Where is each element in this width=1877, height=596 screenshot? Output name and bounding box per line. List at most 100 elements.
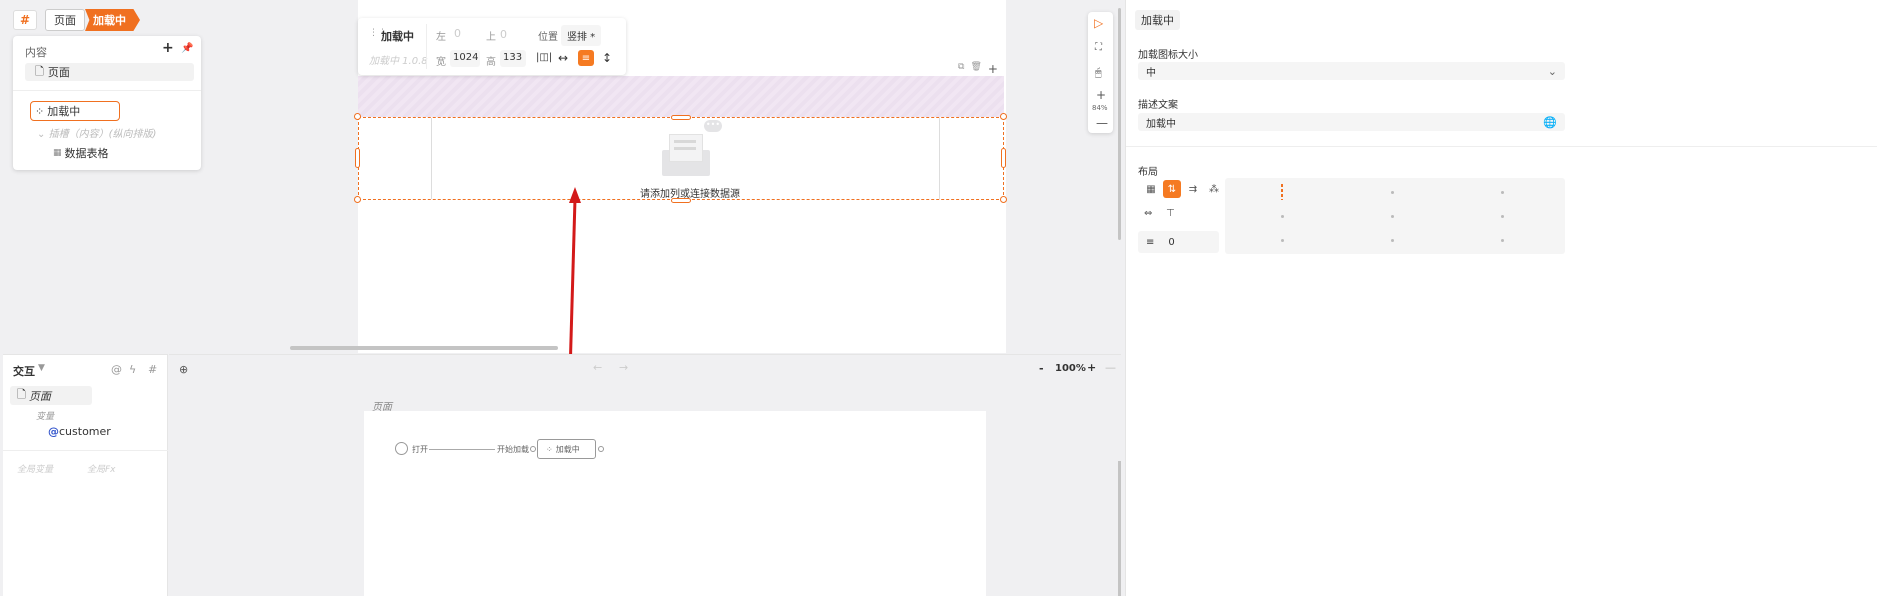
align-center-icon[interactable]: ≡	[578, 50, 594, 66]
gap-icon: ≡	[1146, 236, 1155, 248]
start-load-port[interactable]	[530, 446, 536, 452]
chevron-down-icon: ⌄	[37, 129, 46, 140]
empty-state-text: 请添加列或连接数据源	[640, 189, 740, 200]
flow-zoom-out[interactable]: -	[1039, 362, 1044, 375]
redo-icon[interactable]: →	[619, 361, 628, 374]
position-select[interactable]: 竖排 *	[561, 25, 602, 46]
divider	[13, 90, 201, 91]
breadcrumb: # 页面 加载中	[13, 9, 140, 31]
icon-size-select[interactable]: 中 ⌄	[1138, 62, 1565, 80]
free-layout-icon[interactable]: ⁂	[1205, 180, 1223, 198]
outline-panel: 内容 + 📌 🗋 页面 ⁘ 加载中 ⌄ 插槽（内容）(纵向排版) ▦ 数据表格	[13, 36, 201, 170]
divider	[1126, 146, 1877, 147]
add-icon[interactable]: +	[162, 40, 174, 56]
interaction-title: 交互	[13, 365, 35, 378]
outline-table-item[interactable]: ▦ 数据表格	[53, 145, 109, 161]
delete-icon[interactable]: 🗑	[970, 62, 981, 76]
component-name: 加载中	[381, 30, 414, 43]
spinner-icon: ⁘	[546, 444, 553, 454]
flow-collapse-icon[interactable]: —	[1105, 361, 1116, 374]
mouse-icon[interactable]: 🖱	[1095, 66, 1102, 80]
resize-handle-right[interactable]	[1001, 148, 1006, 168]
component-tag: 加载中	[1135, 10, 1180, 30]
outline-selected-item[interactable]: ⁘ 加载中	[30, 101, 120, 121]
resize-handle-br[interactable]	[1000, 196, 1007, 203]
open-event-label: 打开	[412, 445, 428, 454]
layout-label: 布局	[1138, 167, 1158, 178]
stretch-horizontal-icon[interactable]: ↔	[558, 51, 568, 65]
outline-group[interactable]: ⌄ 插槽（内容）(纵向排版)	[37, 125, 156, 140]
outline-page-label: 页面	[47, 66, 70, 79]
width-label: 宽	[436, 57, 446, 68]
left-input[interactable]: 0	[450, 25, 480, 41]
locate-icon[interactable]: ⊕	[179, 363, 188, 376]
resize-handle-tr[interactable]	[1000, 113, 1007, 120]
canvas-vertical-scrollbar[interactable]	[1118, 8, 1121, 240]
fit-width-icon[interactable]: |◫|	[536, 52, 552, 63]
loading-node[interactable]: ⁘ 加载中	[537, 439, 596, 459]
width-input[interactable]: 1024	[450, 50, 480, 67]
variable-name: customer	[59, 425, 111, 438]
align-top-icon[interactable]: ⊤	[1166, 208, 1175, 219]
open-event-node[interactable]	[395, 442, 408, 455]
layout-mode-buttons: ▦ ⇅ ⇉ ⁂	[1142, 180, 1223, 198]
table-icon: ▦	[53, 148, 62, 158]
global-fx-tab[interactable]: 全局Fx	[87, 462, 116, 475]
resize-handle-bl[interactable]	[354, 196, 361, 203]
add-icon[interactable]: +	[988, 62, 998, 76]
spinner-icon: ⁘	[35, 104, 45, 118]
loading-node-label: 加载中	[555, 444, 580, 454]
flow-vertical-scrollbar[interactable]	[1118, 461, 1121, 596]
desc-label: 描述文案	[1138, 100, 1178, 111]
stretch-vertical-icon[interactable]: ↕	[602, 51, 612, 65]
filter-icon[interactable]: ▼	[38, 363, 45, 373]
resize-handle-left[interactable]	[355, 148, 360, 168]
divider	[3, 450, 168, 451]
pin-icon[interactable]: 📌	[181, 43, 193, 54]
gap-input[interactable]: ≡ 0	[1138, 231, 1219, 253]
loading-node-port[interactable]	[598, 446, 604, 452]
outline-page-item[interactable]: 🗋 页面	[25, 63, 194, 81]
bolt-icon[interactable]: ϟ	[129, 363, 136, 376]
hash-button[interactable]: #	[13, 10, 37, 30]
position-label: 位置	[538, 32, 558, 43]
interaction-panel: 交互 ▼ @ ϟ # 🗋 页面 变量 @ customer 全局变量 全局Fx	[3, 354, 168, 596]
breadcrumb-current[interactable]: 加载中	[85, 9, 140, 31]
outline-selected-label: 加载中	[47, 105, 81, 118]
slot-header-area	[358, 76, 1004, 117]
canvas-horizontal-scrollbar[interactable]	[290, 346, 558, 350]
zoom-in-icon[interactable]: +	[1096, 88, 1106, 102]
outline-table-label: 数据表格	[64, 147, 109, 160]
page-toolbar-icons: ⧉ 🗑 +	[958, 62, 998, 76]
alignment-grid[interactable]	[1225, 178, 1565, 254]
flow-page-card	[364, 411, 986, 596]
page-icon: 🗋	[35, 64, 44, 78]
col-divider-right	[939, 118, 940, 199]
zoom-level: 84%	[1092, 104, 1108, 112]
flow-zoom-level: 100%	[1055, 363, 1086, 374]
horizontal-layout-icon[interactable]: ⇉	[1184, 180, 1202, 198]
fullscreen-icon[interactable]: ⛶	[1095, 42, 1102, 53]
undo-icon[interactable]: ←	[593, 361, 602, 374]
global-vars-tab[interactable]: 全局变量	[17, 462, 53, 475]
interaction-page-label: 页面	[28, 389, 51, 403]
vertical-layout-icon[interactable]: ⇅	[1163, 180, 1181, 198]
distribute-icon[interactable]: ⇔	[1144, 208, 1152, 219]
top-input[interactable]: 0	[500, 28, 507, 41]
flow-zoom-in[interactable]: +	[1087, 361, 1096, 374]
alignment-indicator	[1281, 184, 1283, 200]
play-icon[interactable]: ▷	[1094, 16, 1103, 30]
zoom-out-icon[interactable]: —	[1096, 116, 1108, 130]
resize-handle-tl[interactable]	[354, 113, 361, 120]
breadcrumb-page[interactable]: 页面	[45, 9, 85, 31]
at-icon[interactable]: @	[111, 363, 122, 376]
interaction-page-item[interactable]: 🗋 页面	[10, 386, 92, 405]
desc-input[interactable]: 加载中 🌐	[1138, 113, 1565, 131]
hash-icon[interactable]: #	[148, 363, 157, 376]
variable-item[interactable]: @ customer	[48, 425, 111, 438]
copy-icon[interactable]: ⧉	[958, 62, 964, 76]
grid-layout-icon[interactable]: ▦	[1142, 180, 1160, 198]
height-input[interactable]: 133	[500, 50, 526, 67]
canvas-tool-strip: ▷ ⛶ 🖱 + 84% —	[1088, 12, 1113, 133]
globe-icon[interactable]: 🌐	[1543, 116, 1557, 129]
